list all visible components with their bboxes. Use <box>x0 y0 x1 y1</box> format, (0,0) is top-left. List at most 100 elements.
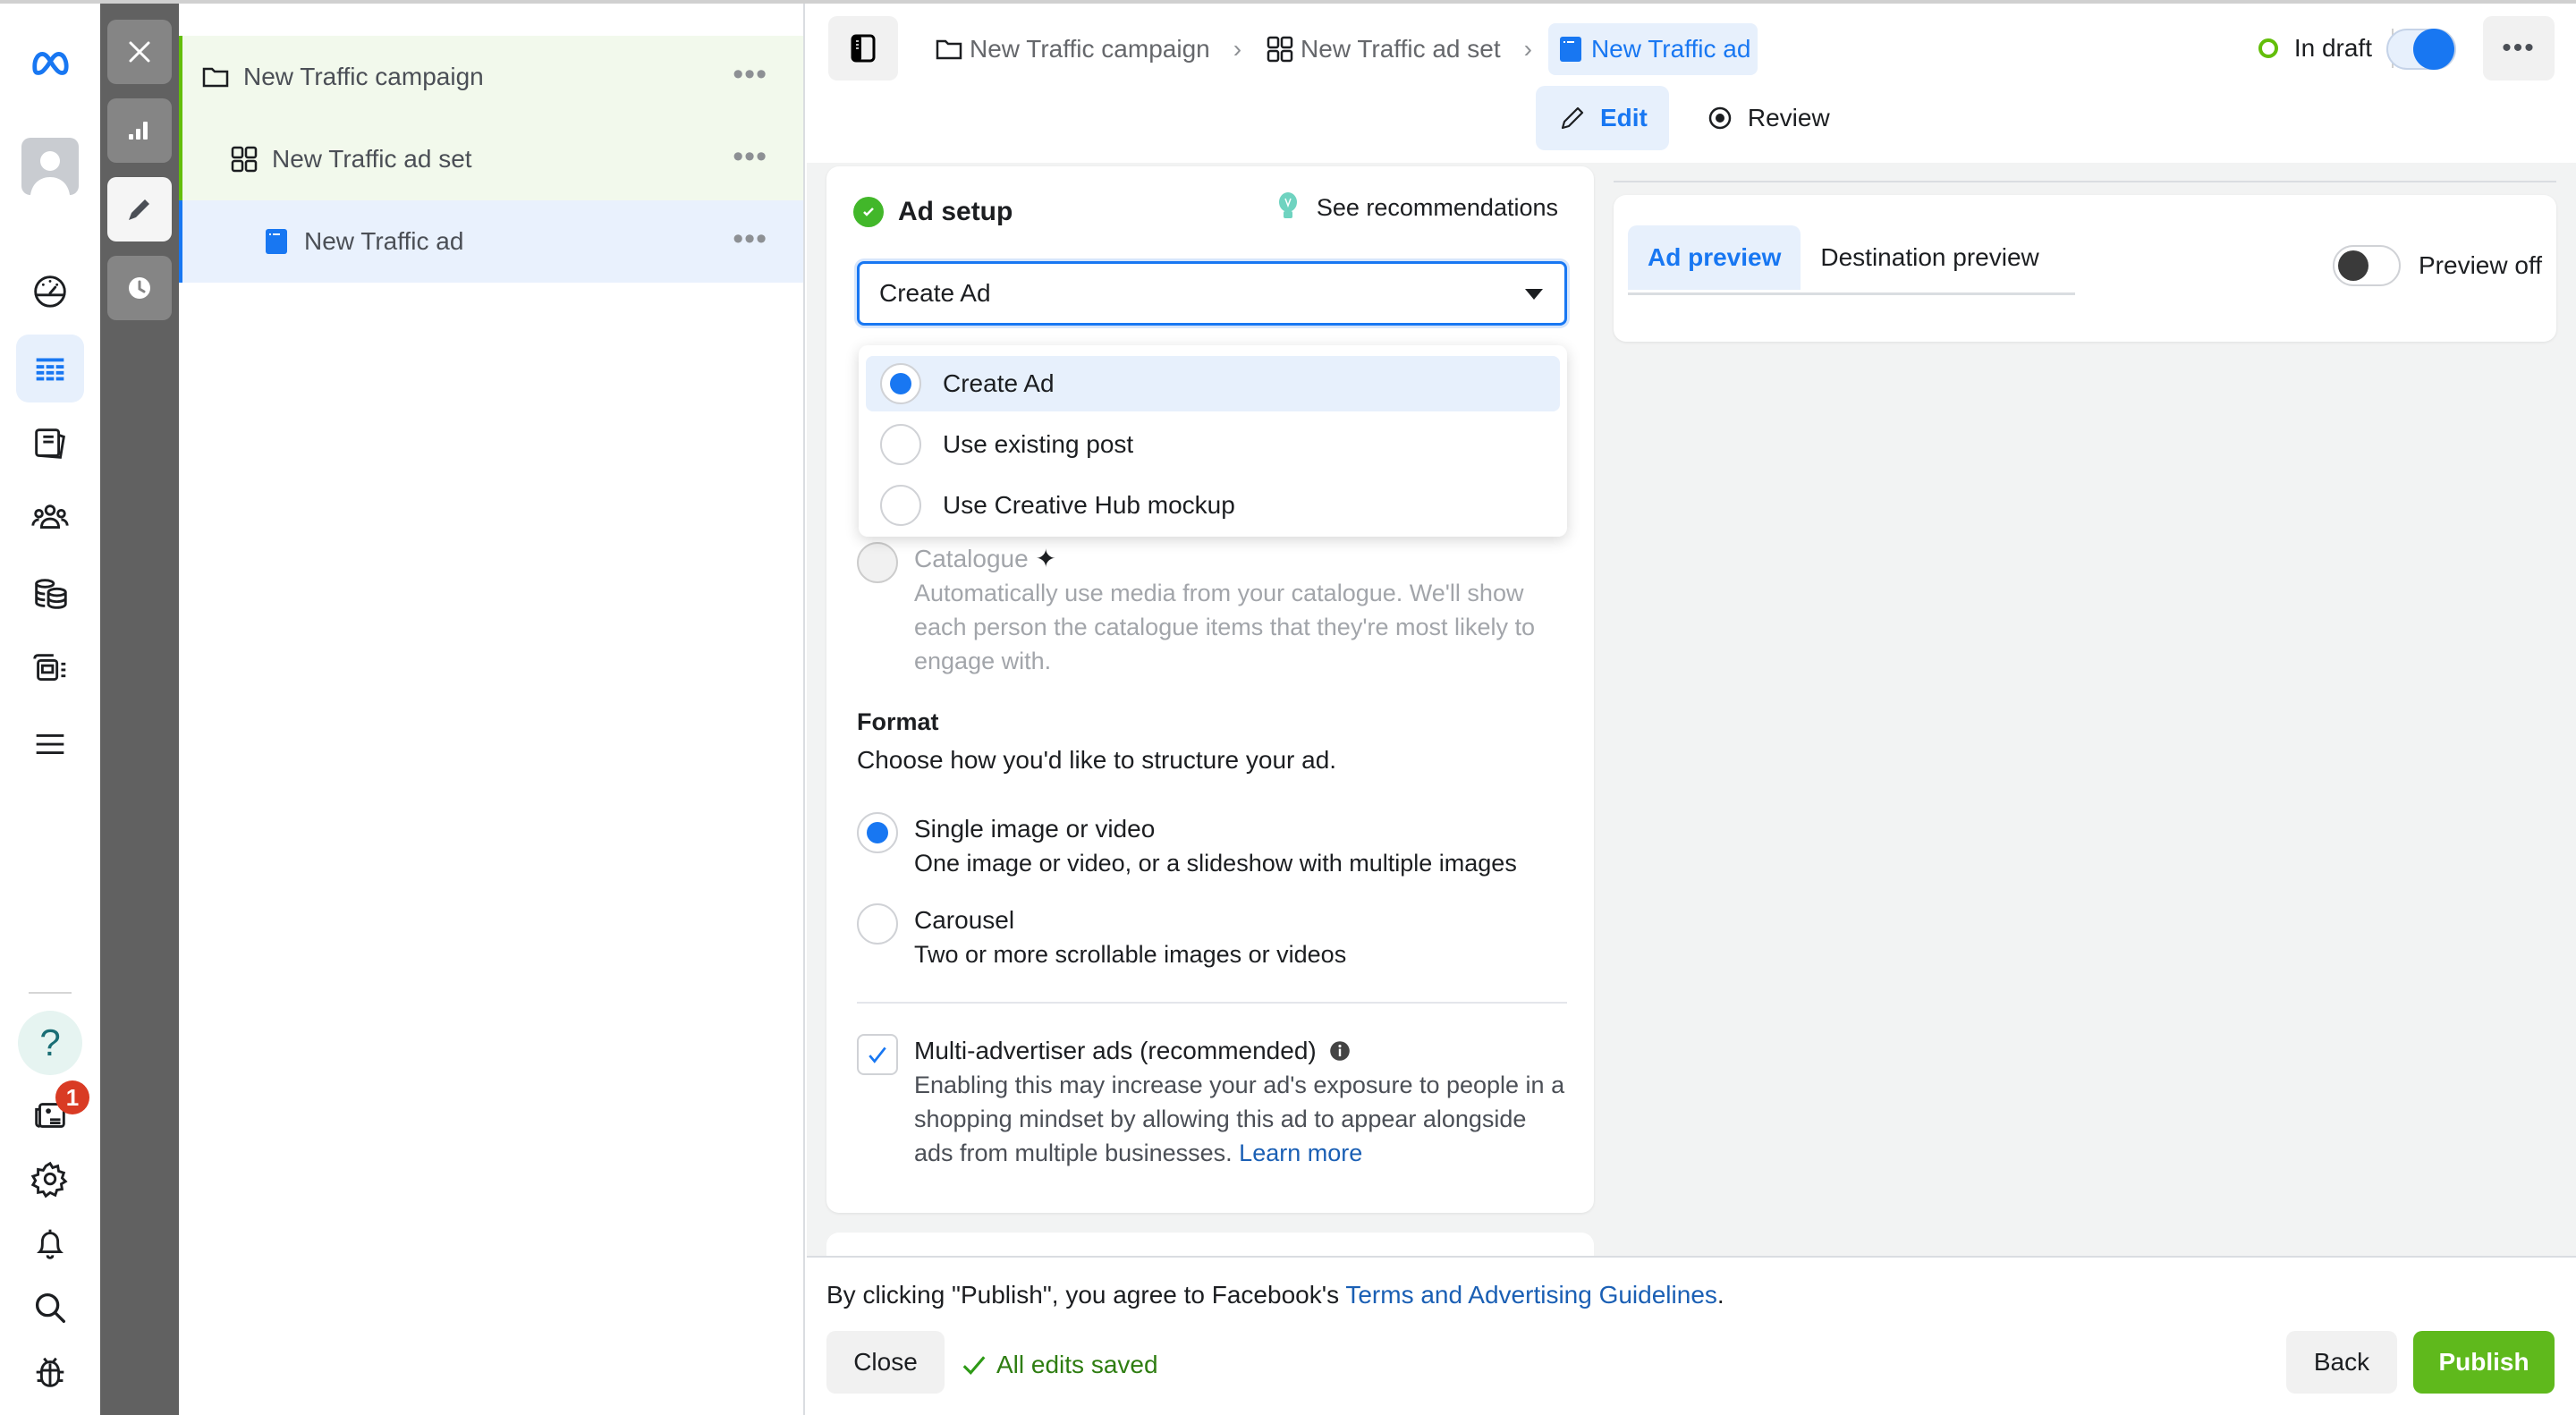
more-options-button[interactable]: ••• <box>733 141 767 172</box>
more-options-button[interactable]: ••• <box>733 224 767 254</box>
dropdown-option-creative-hub[interactable]: Use Creative Hub mockup <box>866 478 1560 533</box>
lightbulb-icon <box>1278 192 1297 218</box>
multi-advertiser-checkbox[interactable] <box>857 1034 898 1075</box>
close-panel-button[interactable] <box>107 20 172 84</box>
format-option-single[interactable]: Single image or video One image or video… <box>857 812 1517 880</box>
toggle-knob <box>2413 29 2454 70</box>
breadcrumb-ad-set[interactable]: New Traffic ad set <box>1258 23 1508 75</box>
grid-icon <box>1267 36 1293 63</box>
breadcrumb: New Traffic campaign › New Traffic ad se… <box>927 23 1758 75</box>
catalogue-radio[interactable] <box>857 542 898 583</box>
nav-creative[interactable] <box>16 635 84 703</box>
nav-all-tools[interactable] <box>16 710 84 778</box>
save-status: All edits saved <box>961 1351 1158 1379</box>
toggle-knob <box>2338 250 2368 281</box>
edit-mode-button[interactable] <box>107 177 172 241</box>
grid-icon <box>229 144 259 174</box>
breadcrumb-label: New Traffic ad <box>1590 35 1751 63</box>
breadcrumb-ad[interactable]: New Traffic ad <box>1547 23 1758 75</box>
window-top-border <box>0 0 2576 4</box>
breadcrumb-label: New Traffic ad set <box>1301 35 1501 63</box>
table-icon <box>36 358 64 381</box>
multi-advertiser-label: Multi-advertiser ads (recommended) <box>914 1034 1567 1068</box>
learn-more-link[interactable]: Learn more <box>1239 1140 1362 1166</box>
reporting-button[interactable] <box>107 98 172 163</box>
option-label: Create Ad <box>943 369 1055 397</box>
ad-setup-card: Ad setup See recommendations Create Ad C… <box>826 166 1594 1213</box>
editor-header: New Traffic campaign › New Traffic ad se… <box>807 4 2576 163</box>
option-label: Use Creative Hub mockup <box>943 491 1235 519</box>
meta-logo[interactable] <box>16 29 84 97</box>
tree-item-label: New Traffic campaign <box>243 63 484 90</box>
tree-item-campaign[interactable]: New Traffic campaign ••• <box>179 36 803 118</box>
tab-ad-preview[interactable]: Ad preview <box>1628 225 1801 290</box>
account-avatar[interactable] <box>21 138 79 195</box>
nav-search[interactable] <box>16 1274 84 1342</box>
eye-icon <box>1708 106 1732 130</box>
nav-settings[interactable] <box>16 1145 84 1213</box>
chevron-right-icon: › <box>1233 35 1242 63</box>
review-mode-label: Review <box>1747 104 1830 131</box>
nav-ads-manager[interactable] <box>16 335 84 402</box>
dropdown-option-create-ad[interactable]: Create Ad <box>866 356 1560 411</box>
radio-unselected <box>880 485 921 526</box>
tree-item-ad-set[interactable]: New Traffic ad set ••• <box>179 118 803 200</box>
draft-status: In draft <box>2258 23 2372 73</box>
radio-selected[interactable] <box>857 812 898 853</box>
tree-item-ad[interactable]: New Traffic ad ••• <box>179 200 803 283</box>
toggle-tree-panel-button[interactable] <box>828 16 898 80</box>
close-button[interactable]: Close <box>826 1331 945 1394</box>
clock-icon <box>129 277 150 299</box>
avatar-icon <box>30 151 70 195</box>
caret-down-icon <box>1525 289 1543 300</box>
help-button[interactable]: ? <box>18 1011 82 1075</box>
more-options-button[interactable]: ••• <box>733 59 767 89</box>
close-icon <box>129 41 150 63</box>
back-button[interactable]: Back <box>2286 1331 2397 1394</box>
format-option-label: Carousel <box>914 906 1015 934</box>
preview-card: Ad preview Destination preview Preview o… <box>1614 195 2556 342</box>
checkmark-icon <box>869 1046 886 1063</box>
nav-report-bug[interactable] <box>16 1338 84 1406</box>
preview-toggle[interactable] <box>2333 245 2401 286</box>
ad-on-off-toggle[interactable] <box>2386 29 2456 70</box>
format-option-carousel[interactable]: Carousel Two or more scrollable images o… <box>857 903 1346 971</box>
format-heading: Format <box>857 708 939 735</box>
multi-advertiser-option[interactable]: Multi-advertiser ads (recommended) Enabl… <box>857 1034 1567 1170</box>
publish-button[interactable]: Publish <box>2413 1331 2555 1394</box>
nav-notifications[interactable] <box>16 1209 84 1277</box>
info-icon[interactable] <box>1329 1040 1351 1062</box>
see-recommendations-link[interactable]: See recommendations <box>1277 191 1558 224</box>
nav-audiences[interactable] <box>16 485 84 553</box>
nav-pages[interactable] <box>16 410 84 478</box>
section-divider <box>857 1002 1567 1004</box>
next-section-card <box>826 1233 1594 1256</box>
catalogue-option[interactable]: Catalogue ✦ Automatically use media from… <box>857 542 1567 678</box>
folder-icon <box>200 62 231 92</box>
editor-footer: By clicking "Publish", you agree to Face… <box>807 1256 2576 1415</box>
media-library-icon <box>33 654 66 681</box>
campaign-tree: New Traffic campaign ••• New Traffic ad … <box>179 4 805 1415</box>
dropdown-option-existing-post[interactable]: Use existing post <box>866 417 1560 472</box>
draft-status-icon <box>2258 38 2278 58</box>
history-button[interactable] <box>107 256 172 320</box>
meta-logo-icon <box>32 52 69 75</box>
nav-billing[interactable] <box>16 560 84 628</box>
radio-unselected[interactable] <box>857 903 898 945</box>
nav-overview[interactable] <box>16 256 84 324</box>
documents-icon <box>35 428 65 459</box>
edit-mode-label: Edit <box>1600 104 1648 131</box>
catalogue-description: Automatically use media from your catalo… <box>914 580 1536 674</box>
pencil-icon <box>129 199 149 220</box>
terms-link[interactable]: Terms and Advertising Guidelines <box>1345 1281 1717 1309</box>
more-actions-button[interactable]: ••• <box>2483 16 2555 80</box>
tab-destination-preview[interactable]: Destination preview <box>1801 225 2058 290</box>
publish-agreement: By clicking "Publish", you agree to Face… <box>826 1281 1724 1309</box>
coins-icon <box>35 579 67 609</box>
edit-mode-tab[interactable]: Edit <box>1536 86 1669 150</box>
ad-creation-select[interactable]: Create Ad <box>857 261 1567 326</box>
review-mode-tab[interactable]: Review <box>1683 86 1852 150</box>
bar-chart-icon <box>129 122 148 140</box>
breadcrumb-campaign[interactable]: New Traffic campaign <box>927 23 1217 75</box>
chevron-right-icon: › <box>1523 35 1532 63</box>
